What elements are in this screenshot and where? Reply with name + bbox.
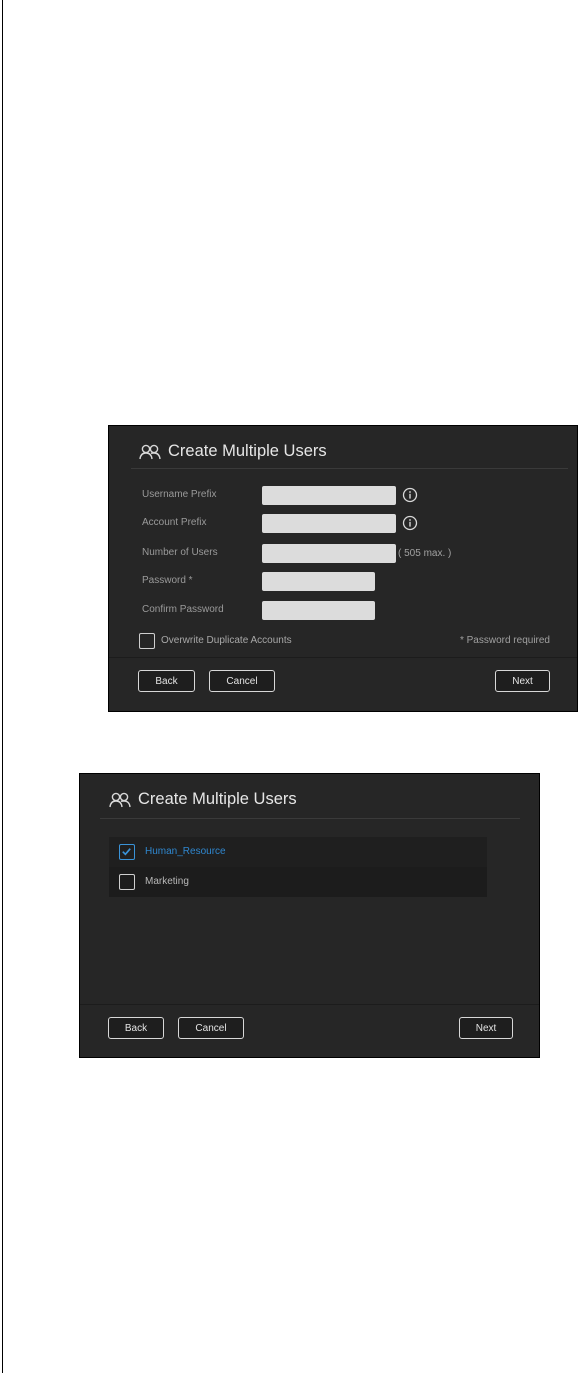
overwrite-label: Overwrite Duplicate Accounts — [161, 635, 292, 646]
next-button[interactable]: Next — [495, 670, 550, 692]
account-prefix-input[interactable] — [262, 514, 396, 533]
next-button[interactable]: Next — [459, 1017, 513, 1039]
overwrite-checkbox[interactable] — [139, 633, 155, 649]
back-button[interactable]: Back — [108, 1017, 164, 1039]
group-checkbox[interactable] — [119, 844, 135, 860]
footer-divider — [80, 1004, 539, 1005]
group-item-human-resource[interactable]: Human_Resource — [109, 837, 487, 867]
confirm-password-row: Confirm Password — [109, 601, 577, 621]
confirm-password-label: Confirm Password — [142, 604, 224, 615]
username-prefix-label: Username Prefix — [142, 489, 217, 500]
info-icon[interactable] — [402, 487, 418, 503]
max-users-hint: ( 505 max. ) — [398, 548, 452, 559]
create-multiple-users-dialog-step1: Create Multiple Users Username Prefix Ac… — [108, 425, 578, 712]
username-prefix-input[interactable] — [262, 486, 396, 505]
password-label: Password * — [142, 575, 193, 586]
dialog-header: Create Multiple Users — [139, 442, 327, 461]
create-multiple-users-dialog-step2: Create Multiple Users Human_Resource Mar… — [79, 773, 540, 1058]
header-divider — [100, 818, 520, 819]
password-required-note: * Password required — [459, 635, 550, 646]
group-item-marketing[interactable]: Marketing — [109, 867, 487, 897]
account-prefix-label: Account Prefix — [142, 517, 207, 528]
password-input[interactable] — [262, 572, 375, 591]
password-row: Password * — [109, 572, 577, 592]
username-prefix-row: Username Prefix — [109, 486, 577, 506]
dialog-title: Create Multiple Users — [138, 790, 297, 808]
page-margin-rule — [2, 0, 3, 1373]
group-label: Human_Resource — [145, 846, 226, 857]
check-icon — [122, 848, 131, 856]
users-icon — [109, 792, 131, 807]
cancel-button[interactable]: Cancel — [209, 670, 275, 692]
dialog-header: Create Multiple Users — [109, 790, 297, 809]
footer-divider — [109, 657, 577, 658]
account-prefix-row: Account Prefix — [109, 514, 577, 534]
header-divider — [131, 468, 568, 469]
group-label: Marketing — [145, 876, 189, 887]
group-list: Human_Resource Marketing — [109, 837, 487, 897]
group-checkbox[interactable] — [119, 874, 135, 890]
cancel-button[interactable]: Cancel — [178, 1017, 244, 1039]
back-button[interactable]: Back — [138, 670, 195, 692]
dialog-title: Create Multiple Users — [168, 442, 327, 460]
number-of-users-label: Number of Users — [142, 547, 218, 558]
info-icon[interactable] — [402, 515, 418, 531]
users-icon — [139, 444, 161, 459]
confirm-password-input[interactable] — [262, 601, 375, 620]
number-of-users-row: Number of Users ( 505 max. ) — [109, 544, 577, 564]
number-of-users-input[interactable] — [262, 544, 396, 563]
